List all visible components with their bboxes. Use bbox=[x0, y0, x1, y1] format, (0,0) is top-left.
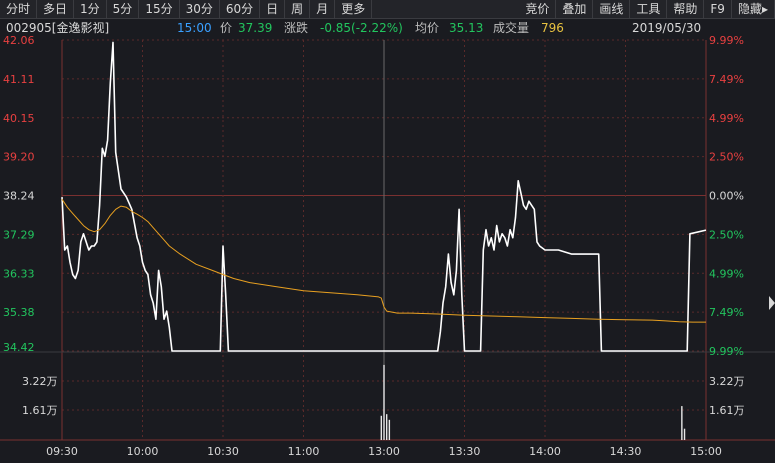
time-tick-label: 14:30 bbox=[610, 445, 642, 458]
volume-bars bbox=[380, 364, 686, 440]
price-tick-label: 42.06 bbox=[3, 34, 35, 47]
pct-tick-label: 4.99% bbox=[709, 267, 744, 280]
chart-grid bbox=[0, 39, 775, 441]
pct-tick-label: 7.49% bbox=[709, 73, 744, 86]
pct-tick-label: 2.50% bbox=[709, 151, 744, 164]
time-tick-label: 10:00 bbox=[127, 445, 159, 458]
price-tick-label: 41.11 bbox=[3, 73, 35, 86]
price-tick-label: 35.38 bbox=[3, 306, 35, 319]
time-tick-label: 11:00 bbox=[288, 445, 320, 458]
volume-tick-label-right: 1.61万 bbox=[709, 404, 745, 417]
volume-tick-label-right: 3.22万 bbox=[709, 375, 745, 388]
time-tick-label: 13:30 bbox=[449, 445, 481, 458]
volume-tick-label-left: 3.22万 bbox=[22, 375, 58, 388]
pct-tick-label: 7.49% bbox=[709, 306, 744, 319]
price-tick-label: 39.20 bbox=[3, 151, 35, 164]
price-tick-label: 38.24 bbox=[3, 190, 35, 203]
time-tick-label: 15:00 bbox=[690, 445, 722, 458]
price-tick-label: 40.15 bbox=[3, 112, 35, 125]
price-tick-label: 37.29 bbox=[3, 228, 35, 241]
pct-tick-label: 4.99% bbox=[709, 112, 744, 125]
time-tick-label: 10:30 bbox=[207, 445, 239, 458]
scroll-right-arrow-icon[interactable] bbox=[769, 296, 775, 310]
intraday-chart[interactable]: 42.06 41.11 40.15 39.20 38.24 37.29 36.33 35.38… bbox=[0, 0, 775, 463]
pct-tick-label: 9.99% bbox=[709, 345, 744, 358]
price-tick-label: 34.42 bbox=[3, 341, 35, 354]
pct-tick-label: 2.50% bbox=[709, 228, 744, 241]
pct-tick-label: 0.00% bbox=[709, 190, 744, 203]
pct-tick-label: 9.99% bbox=[709, 34, 744, 47]
time-tick-label: 13:00 bbox=[368, 445, 400, 458]
time-tick-label: 14:00 bbox=[529, 445, 561, 458]
price-tick-label: 36.33 bbox=[3, 267, 35, 280]
time-tick-label: 09:30 bbox=[46, 445, 78, 458]
volume-tick-label-left: 1.61万 bbox=[22, 404, 58, 417]
